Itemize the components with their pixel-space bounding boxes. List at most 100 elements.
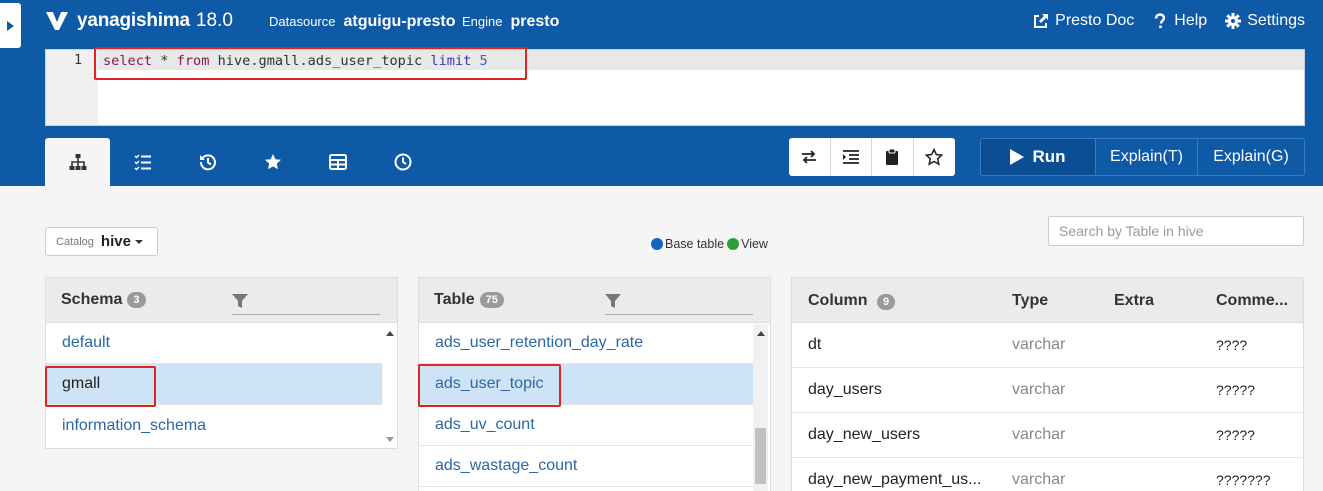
column-row: day_users varchar ????? <box>792 368 1303 413</box>
query-text[interactable]: select * from hive.gmall.ads_user_topic … <box>103 53 488 69</box>
settings-label: Settings <box>1247 12 1305 29</box>
datasource-info[interactable]: Datasource atguigu-presto <box>269 13 455 31</box>
catalog-dropdown[interactable]: Catalog hive <box>45 227 158 256</box>
column-type: varchar <box>1012 381 1066 398</box>
column-title-text: Column <box>808 292 868 309</box>
column-comment: ????? <box>1216 427 1255 443</box>
clock-icon <box>394 153 411 171</box>
query-editor[interactable]: 1 select * from hive.gmall.ads_user_topi… <box>45 49 1305 126</box>
tasklist-icon <box>133 154 151 171</box>
convert-button[interactable] <box>789 138 831 176</box>
help-label: Help <box>1174 12 1208 29</box>
extra-header: Extra <box>1114 292 1155 309</box>
column-comment: ???? <box>1216 337 1248 353</box>
column-comment: ????? <box>1216 382 1255 398</box>
base-table-dot-icon <box>651 238 663 250</box>
engine-label: Engine <box>462 14 503 29</box>
column-count-badge: 9 <box>877 294 896 310</box>
table-filter[interactable] <box>605 293 753 315</box>
format-button[interactable] <box>831 138 872 176</box>
star-outline-icon <box>925 148 944 166</box>
bookmark-button[interactable] <box>914 138 956 176</box>
column-row: dt varchar ???? <box>792 323 1303 368</box>
swap-icon <box>802 150 817 164</box>
table-title: Table <box>434 291 475 308</box>
schema-item-selected[interactable]: gmall <box>46 364 384 405</box>
top-header: yanagishima 18.0 Datasource atguigu-pres… <box>0 0 1323 186</box>
engine-info: Engine presto <box>462 13 559 31</box>
legend-base-label: Base table <box>665 237 725 251</box>
logo-icon <box>46 12 68 30</box>
datasource-value: atguigu-presto <box>343 13 456 30</box>
tab-timeline[interactable] <box>370 138 435 186</box>
line-number: 1 <box>74 53 82 68</box>
table-item[interactable]: ads_wastage_count <box>419 446 753 487</box>
column-type: varchar <box>1012 426 1066 443</box>
explain-graph-button[interactable]: Explain(G) <box>1198 139 1304 175</box>
schema-scrollbar[interactable] <box>382 324 397 448</box>
presto-doc-link[interactable]: Presto Doc <box>1033 12 1134 30</box>
run-actions: Run Explain(T) Explain(G) <box>980 138 1305 176</box>
tab-tables[interactable] <box>305 138 370 186</box>
table-item-selected[interactable]: ads_user_topic <box>419 364 753 405</box>
sitemap-icon <box>69 154 86 170</box>
history-icon <box>199 154 216 171</box>
editor-toolbar <box>789 138 955 176</box>
question-icon <box>1155 13 1166 29</box>
scroll-down-icon <box>386 437 394 442</box>
tab-history[interactable] <box>175 138 240 186</box>
tab-queries[interactable] <box>110 138 175 186</box>
table-item[interactable]: ads_uv_count <box>419 405 753 446</box>
sidebar-toggle-button[interactable] <box>0 3 21 48</box>
column-panel: Column 9 Type Extra Comme... dt varchar … <box>791 277 1304 491</box>
app-name: yanagishima <box>77 10 190 31</box>
tab-treeview[interactable] <box>45 138 110 186</box>
view-dot-icon <box>727 238 740 250</box>
column-name: day_new_users <box>808 426 921 443</box>
scroll-up-icon <box>386 331 394 336</box>
filter-icon <box>232 294 248 308</box>
table-list: ads_user_retention_day_rate ads_user_top… <box>419 323 753 487</box>
table-icon <box>328 154 347 170</box>
caret-right-icon <box>7 20 14 31</box>
column-row: day_new_payment_us... varchar ??????? <box>792 458 1303 491</box>
gear-icon <box>1225 13 1242 29</box>
filter-icon <box>605 294 621 308</box>
app-version: 18.0 <box>195 10 233 31</box>
indent-icon <box>842 150 859 164</box>
copy-button[interactable] <box>872 138 914 176</box>
table-count-badge: 75 <box>479 292 504 308</box>
column-comment: ??????? <box>1216 472 1271 488</box>
column-name: day_new_payment_us... <box>808 471 982 488</box>
column-row: day_new_users varchar ????? <box>792 413 1303 458</box>
engine-value: presto <box>510 13 560 30</box>
tab-bookmarks[interactable] <box>240 138 305 186</box>
column-name: day_users <box>808 381 882 398</box>
schema-count-badge: 3 <box>127 292 146 308</box>
help-link[interactable]: Help <box>1152 12 1207 30</box>
explain-text-button[interactable]: Explain(T) <box>1096 139 1198 175</box>
scroll-up-icon <box>757 331 765 336</box>
schema-item[interactable]: information_schema <box>46 405 384 446</box>
run-label: Run <box>1032 147 1066 166</box>
column-header: Column 9 Type Extra Comme... <box>792 278 1303 323</box>
schema-panel: Schema 3 default gmall information_schem… <box>45 277 398 449</box>
column-type: varchar <box>1012 336 1066 353</box>
settings-link[interactable]: Settings <box>1225 12 1305 30</box>
scroll-thumb[interactable] <box>755 428 766 484</box>
column-type: varchar <box>1012 471 1066 488</box>
panel-tabs <box>45 138 435 186</box>
run-button[interactable]: Run <box>981 139 1096 175</box>
schema-filter[interactable] <box>232 293 380 315</box>
datasource-label: Datasource <box>269 14 336 29</box>
schema-item[interactable]: default <box>46 323 384 364</box>
table-item[interactable]: ads_user_retention_day_rate <box>419 323 753 364</box>
table-search-input[interactable] <box>1048 216 1304 246</box>
schema-header: Schema 3 <box>46 278 397 323</box>
external-link-icon <box>1034 14 1049 28</box>
brand[interactable]: yanagishima 18.0 <box>45 10 233 32</box>
type-header: Type <box>1012 292 1049 309</box>
schema-list: default gmall information_schema <box>46 323 384 446</box>
catalog-label: Catalog <box>56 235 94 248</box>
table-scrollbar[interactable] <box>753 324 768 491</box>
